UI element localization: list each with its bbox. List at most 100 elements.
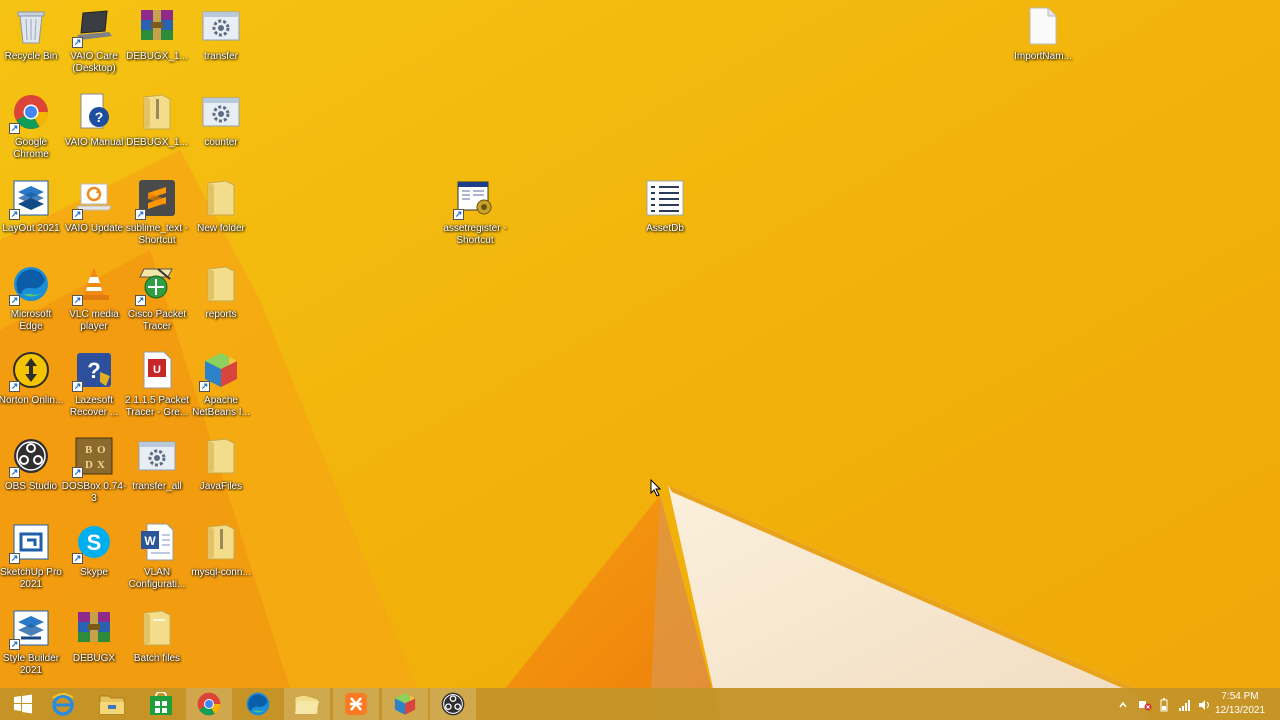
icon-label: Recycle Bin [4, 51, 58, 62]
taskbar-edge[interactable] [235, 688, 281, 720]
icon-label: AssetDb [646, 223, 684, 234]
obs-icon: ↗ [9, 436, 51, 478]
desktop-icon-obs-studio[interactable]: ↗ OBS Studio [0, 432, 64, 516]
icon-label: transfer_all [132, 481, 182, 492]
desktop-icon-counter[interactable]: counter [188, 88, 254, 172]
desktop-icon-recycle-bin[interactable]: Recycle Bin [0, 2, 64, 86]
svg-text:D: D [85, 459, 93, 471]
desktop-icon-vlan-config[interactable]: W VLAN Configurati... [124, 518, 190, 602]
desktop-icon-microsoft-edge[interactable]: ↗ Microsoft Edge [0, 260, 64, 344]
icon-label: Norton Onlin... [0, 395, 64, 406]
desktop-icon-debugx-1-folder[interactable]: DEBUGX_1... [124, 88, 190, 172]
desktop-icon-skype[interactable]: S ↗ Skype [61, 518, 127, 602]
taskbar-internet-explorer[interactable] [40, 688, 86, 720]
desktop-icon-layout-2021[interactable]: ↗ LayOut 2021 [0, 174, 64, 258]
update-icon: ↗ [72, 178, 114, 220]
taskbar-netbeans[interactable] [382, 688, 428, 720]
recycle-bin-icon [11, 6, 51, 46]
desktop-icon-batch-files[interactable]: Batch files [124, 604, 190, 688]
file-explorer-icon [99, 695, 125, 715]
desktop-icon-debugx-1[interactable]: DEBUGX_1... [124, 2, 190, 86]
clock-date: 12/13/2021 [1214, 705, 1266, 716]
batch-gear-icon [201, 92, 241, 132]
netbeans-cube-icon [394, 693, 416, 715]
desktop-icon-google-chrome[interactable]: ↗ Google Chrome [0, 88, 64, 172]
svg-text:?: ? [87, 358, 100, 383]
desktop-icon-assetdb[interactable]: AssetDb [632, 174, 698, 258]
desktop-icon-reports[interactable]: reports [188, 260, 254, 344]
desktop-icon-debugx[interactable]: DEBUGX [61, 604, 127, 688]
desktop-icon-vaio-care[interactable]: ↗ VAIO Care (Desktop) [61, 2, 127, 86]
icon-label: counter [204, 137, 238, 148]
icon-label: DEBUGX_1... [126, 137, 188, 148]
taskbar: 7:54 PM 12/13/2021 [0, 688, 1280, 720]
obs-icon [441, 692, 465, 716]
taskbar-clock[interactable]: 7:54 PM 12/13/2021 [1210, 690, 1270, 718]
lazesoft-icon: ? ↗ [72, 350, 114, 392]
store-icon [150, 692, 172, 715]
desktop-icon-new-folder[interactable]: New folder [188, 174, 254, 258]
network-icon[interactable] [1178, 698, 1190, 711]
icon-label: DEBUGX_1... [126, 51, 188, 62]
pdf-document-icon: U [137, 350, 177, 390]
icon-label: mysql-conn... [191, 567, 251, 578]
laptop-icon: ↗ [72, 6, 114, 48]
desktop-icon-javafiles[interactable]: JavaFiles [188, 432, 254, 516]
icon-label: Skype [80, 567, 108, 578]
action-center-icon[interactable] [1138, 698, 1152, 711]
desktop-icon-sketchup-pro[interactable]: ↗ SketchUp Pro 2021 [0, 518, 64, 602]
desktop-icon-style-builder[interactable]: ↗ Style Builder 2021 [0, 604, 64, 688]
icon-label: assetregister - Shortcut [443, 223, 507, 246]
desktop-icon-dosbox[interactable]: BODX ↗ DOSBox 0.74-3 [61, 432, 127, 516]
folder-icon [201, 264, 241, 304]
svg-text:B: B [85, 444, 93, 456]
desktop-icon-sublime-text[interactable]: ↗ sublime_text - Shortcut [124, 174, 190, 258]
chrome-icon: ↗ [9, 92, 51, 134]
icon-label: Lazesoft Recover ... [69, 395, 119, 418]
icon-label: Cisco Packet Tracer [127, 309, 187, 332]
taskbar-chrome[interactable] [186, 688, 232, 720]
icon-label: VAIO Update [64, 223, 124, 234]
desktop-icon-packet-tracer-gre[interactable]: U 2.1.1.5 Packet Tracer - Gre... [124, 346, 190, 430]
batch-gear-icon [137, 436, 177, 476]
list-document-icon [645, 178, 685, 218]
show-hidden-icons-icon[interactable] [1117, 698, 1129, 710]
edge-icon: ↗ [9, 264, 51, 306]
blank-file-icon [1023, 6, 1063, 46]
desktop-icon-apache-netbeans[interactable]: ↗ Apache NetBeans I... [188, 346, 254, 430]
taskbar-xampp[interactable] [333, 688, 379, 720]
winrar-archive-icon [137, 6, 177, 46]
help-document-icon: ? [74, 92, 114, 132]
norton-icon: ↗ [9, 350, 51, 392]
taskbar-file-explorer[interactable] [89, 688, 135, 720]
icon-label: transfer [204, 51, 238, 62]
power-icon[interactable] [1158, 698, 1170, 712]
desktop-icon-cisco-packet-tracer[interactable]: ↗ Cisco Packet Tracer [124, 260, 190, 344]
desktop-icon-vaio-update[interactable]: ↗ VAIO Update [61, 174, 127, 258]
xampp-icon [345, 693, 367, 715]
database-app-icon: ↗ [453, 178, 495, 220]
packet-tracer-icon: ↗ [135, 264, 177, 306]
volume-icon[interactable] [1198, 698, 1210, 710]
svg-text:O: O [97, 444, 106, 456]
desktop-icon-vlc[interactable]: ↗ VLC media player [61, 260, 127, 344]
dosbox-icon: BODX ↗ [72, 436, 114, 478]
svg-text:S: S [87, 530, 102, 555]
icon-label: VAIO Manual [64, 137, 124, 148]
folder-icon [201, 436, 241, 476]
taskbar-obs[interactable] [430, 688, 476, 720]
desktop-icon-vaio-manual[interactable]: ? VAIO Manual [61, 88, 127, 172]
taskbar-store[interactable] [138, 688, 184, 720]
desktop-icon-lazesoft[interactable]: ? ↗ Lazesoft Recover ... [61, 346, 127, 430]
icon-label: LayOut 2021 [2, 223, 60, 234]
folder-icon [137, 608, 177, 648]
taskbar-folder-window[interactable] [284, 688, 330, 720]
desktop-icon-assetregister[interactable]: ↗ assetregister - Shortcut [442, 174, 508, 258]
desktop-icon-transfer-all[interactable]: transfer_all [124, 432, 190, 516]
desktop-icon-transfer[interactable]: transfer [188, 2, 254, 86]
desktop-icon-importnam[interactable]: ImportNam... [1010, 2, 1076, 86]
desktop-icon-norton[interactable]: ↗ Norton Onlin... [0, 346, 64, 430]
desktop-icon-mysql-conn[interactable]: mysql-conn... [188, 518, 254, 602]
word-document-icon: W [137, 522, 177, 562]
layout-icon: ↗ [9, 178, 51, 220]
